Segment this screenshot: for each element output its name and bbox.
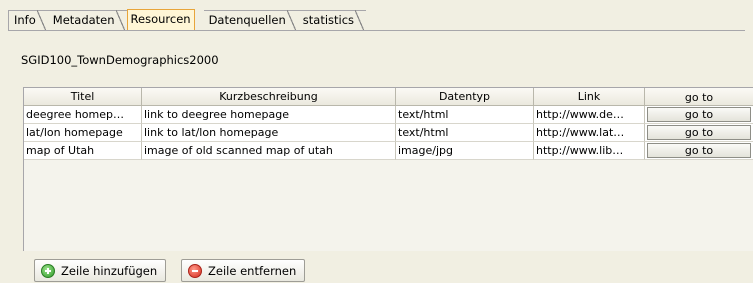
column-header-datentyp[interactable]: Datentyp	[396, 88, 534, 106]
add-row-button[interactable]: Zeile hinzufügen	[34, 259, 167, 282]
minus-circle-icon	[188, 263, 202, 278]
column-header-link[interactable]: Link	[534, 88, 645, 106]
add-row-label: Zeile hinzufügen	[61, 263, 158, 278]
cell-goto: go to	[645, 142, 753, 160]
column-header-titel[interactable]: Titel	[24, 88, 142, 106]
cell-kurzbeschreibung[interactable]: image of old scanned map of utah	[142, 142, 396, 160]
goto-button[interactable]: go to	[647, 143, 751, 158]
goto-button[interactable]: go to	[647, 125, 751, 140]
cell-link[interactable]: http://www.de…	[534, 106, 645, 124]
cell-link[interactable]: http://www.lat…	[534, 124, 645, 142]
cell-titel[interactable]: deegree homep…	[24, 106, 142, 124]
tab-info[interactable]: Info	[8, 10, 48, 31]
cell-titel[interactable]: map of Utah	[24, 142, 142, 160]
tab-resourcen[interactable]: Resourcen	[126, 9, 195, 30]
cell-titel[interactable]: lat/lon homepage	[24, 124, 142, 142]
remove-row-label: Zeile entfernen	[208, 263, 297, 278]
tab-statistics[interactable]: statistics	[297, 10, 367, 31]
cell-link[interactable]: http://www.lib…	[534, 142, 645, 160]
tab-metadaten[interactable]: Metadaten	[47, 10, 127, 31]
tab-datenquellen[interactable]: Datenquellen	[203, 10, 298, 31]
plus-circle-icon	[41, 263, 55, 278]
tab-bar: Info Metadaten Resourcen Datenquellen st…	[8, 8, 367, 31]
resource-panel: Info Metadaten Resourcen Datenquellen st…	[0, 0, 753, 283]
cell-kurzbeschreibung[interactable]: link to lat/lon homepage	[142, 124, 396, 142]
table-header-row: Titel Kurzbeschreibung Datentyp Link go …	[24, 88, 753, 106]
table-row[interactable]: map of Utah image of old scanned map of …	[24, 142, 753, 160]
cell-datentyp[interactable]: text/html	[396, 106, 534, 124]
cell-datentyp[interactable]: text/html	[396, 124, 534, 142]
goto-button[interactable]: go to	[647, 107, 751, 122]
tab-divider	[8, 30, 745, 31]
table-row[interactable]: deegree homep… link to deegree homepage …	[24, 106, 753, 124]
remove-row-button[interactable]: Zeile entfernen	[181, 259, 306, 282]
table-row[interactable]: lat/lon homepage link to lat/lon homepag…	[24, 124, 753, 142]
cell-datentyp[interactable]: image/jpg	[396, 142, 534, 160]
resource-table: Titel Kurzbeschreibung Datentyp Link go …	[23, 87, 753, 251]
column-header-goto[interactable]: go to	[645, 88, 753, 106]
cell-goto: go to	[645, 106, 753, 124]
cell-kurzbeschreibung[interactable]: link to deegree homepage	[142, 106, 396, 124]
dataset-title: SGID100_TownDemographics2000	[21, 53, 219, 67]
cell-goto: go to	[645, 124, 753, 142]
column-header-kurzbeschreibung[interactable]: Kurzbeschreibung	[142, 88, 396, 106]
